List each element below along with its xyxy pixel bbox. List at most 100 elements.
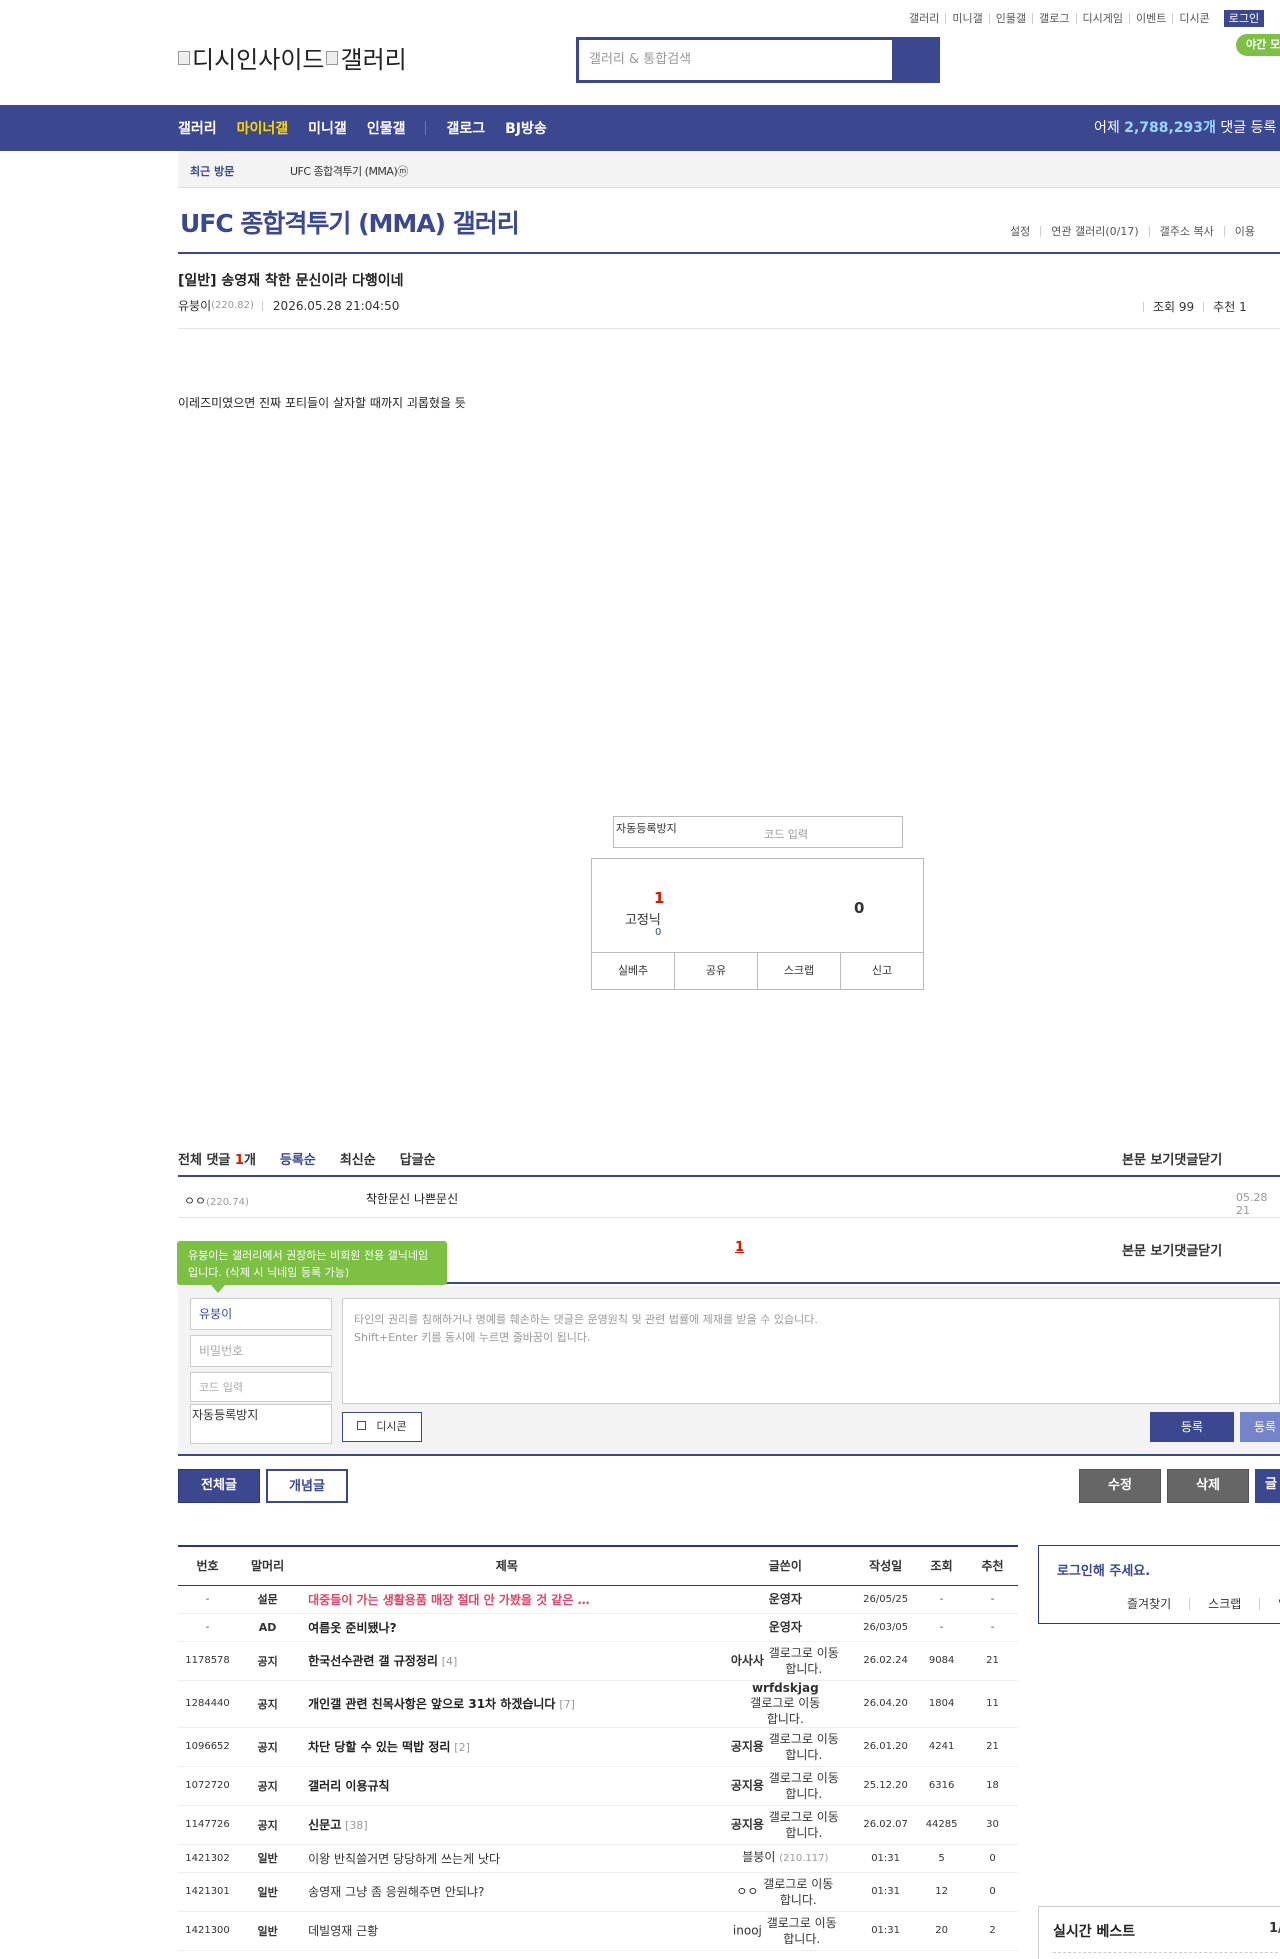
scrap-button[interactable]: 스크랩 [757, 953, 840, 989]
notification-link[interactable]: 알림 [1259, 1598, 1280, 1610]
post-title-link[interactable]: 이왕 반칙쓸거면 당당하게 쓰는게 낫다 [298, 1844, 716, 1873]
comment-textarea[interactable]: 타인의 권리를 침해하거나 명예를 훼손하는 댓글은 운영원칙 및 관련 법률에… [342, 1298, 1280, 1404]
table-row[interactable]: 1096652 공지 차단 당할 수 있는 떡밥 정리 [2] 공지용 갤로그로 이동… [178, 1727, 1018, 1767]
post-title-link[interactable]: 여름옷 준비됐나? [298, 1613, 716, 1642]
gallog-link[interactable]: 갤로그로 이동합니다. [768, 1809, 840, 1841]
logo-text-gallery: 갤러리 [340, 46, 407, 74]
post-writer[interactable]: 운영자 [715, 1613, 856, 1642]
nav-gallery[interactable]: 갤러리 [178, 118, 217, 138]
gallery-settings-link[interactable]: 설정 [1000, 226, 1040, 237]
realtime-best-page[interactable]: 1/ [1269, 1921, 1280, 1936]
post-views: 조회 99 [1153, 300, 1195, 314]
delete-button[interactable]: 삭제 [1167, 1469, 1249, 1503]
submit-recommend-button[interactable]: 등록 [1240, 1412, 1280, 1442]
view-body-link[interactable]: 본문 보기 [1122, 1240, 1174, 1259]
table-row[interactable]: 1421302 일반 이왕 반칙쓸거면 당당하게 쓰는게 낫다 블붕이 (210.1… [178, 1844, 1018, 1873]
table-row[interactable]: 1072720 공지 갤러리 이용규칙 공지용 갤로그로 이동합니다. 25.12.2… [178, 1766, 1018, 1806]
usage-link[interactable]: 이용 [1223, 226, 1265, 237]
table-row[interactable]: 1147726 공지 신문고 [38] 공지용 갤로그로 이동합니다. 26.02.07… [178, 1805, 1018, 1845]
dccon-button[interactable]: 디시콘 [342, 1412, 422, 1442]
close-comments-link[interactable]: 댓글닫기 [1174, 1149, 1222, 1168]
top-link-event[interactable]: 이벤트 [1128, 13, 1172, 24]
post-title-link[interactable]: 차단 당할 수 있는 떡밥 정리 [2] [298, 1727, 716, 1767]
post-writer[interactable]: 공지용 갤로그로 이동합니다. [715, 1766, 856, 1806]
nav-bj-broadcast[interactable]: BJ방송 [505, 118, 547, 138]
post-writer[interactable]: inooj 갤로그로 이동합니다. [715, 1911, 856, 1951]
view-body-link[interactable]: 본문 보기 [1122, 1149, 1174, 1168]
search-input[interactable]: 갤러리 & 통합검색 [579, 40, 895, 80]
sort-by-latest[interactable]: 최신순 [340, 1149, 376, 1168]
write-button[interactable]: 글 [1255, 1469, 1280, 1503]
top-link-dcgame[interactable]: 디시게임 [1075, 13, 1129, 24]
report-button[interactable]: 신고 [840, 953, 923, 989]
post-writer[interactable]: ㅇㅇ 갤로그로 이동합니다. [715, 1872, 856, 1912]
table-row[interactable]: 1178578 공지 한국선수관련 갤 규정정리 [4] 아사사 갤로그로 이동합니다… [178, 1641, 1018, 1681]
nav-gallog[interactable]: 갤로그 [446, 118, 485, 138]
password-input[interactable]: 비밀번호 [190, 1335, 332, 1367]
table-row[interactable]: 1284440 공지 개인갤 관련 친목사항은 앞으로 31차 하겠습니다 [7] w… [178, 1680, 1018, 1728]
all-posts-button[interactable]: 전체글 [178, 1469, 260, 1503]
top-link-dccon[interactable]: 디시콘 [1172, 13, 1215, 24]
top-link-minigall[interactable]: 미니갤 [945, 13, 988, 24]
nav-person-gallery[interactable]: 인물갤 [367, 118, 406, 138]
gallog-link[interactable]: 갤로그로 이동합니다. [762, 1876, 834, 1908]
reply-count: [2] [454, 1741, 470, 1754]
favorites-link[interactable]: 즐겨찾기 [1087, 1598, 1189, 1610]
logo[interactable]: 디시인사이드 갤러리 [178, 40, 407, 75]
table-row[interactable]: - 설문 대중들이 가는 생활용품 매장 절대 안 가봤을 것 같은 … 운영자 26… [178, 1585, 1018, 1614]
gallog-link[interactable]: 갤로그로 이동합니다. [749, 1695, 821, 1727]
login-button[interactable]: 로그인 [1223, 10, 1265, 27]
post-writer[interactable]: 아사사 갤로그로 이동합니다. [715, 1641, 856, 1681]
top-link-gallog[interactable]: 갤로그 [1032, 13, 1075, 24]
post-writer[interactable]: 블붕이 (210.117) [715, 1844, 856, 1873]
top-link-persongall[interactable]: 인물갤 [988, 13, 1032, 24]
gallog-link[interactable]: 갤로그로 이동합니다. [768, 1770, 840, 1802]
post-writer[interactable]: 운영자 [715, 1585, 856, 1614]
post-writer[interactable]: 공지용 갤로그로 이동합니다. [715, 1727, 856, 1767]
real-best-recommend-button[interactable]: 실베추 [592, 953, 674, 989]
search-button[interactable] [895, 40, 937, 80]
comment-page-1[interactable]: 1 [735, 1240, 744, 1255]
post-subject: 공지 [237, 1727, 299, 1767]
related-galleries-link[interactable]: 연관 갤러리(0/17) [1040, 226, 1148, 237]
post-author[interactable]: 유붕이 [178, 297, 211, 314]
top-link-gallery[interactable]: 갤러리 [903, 13, 945, 24]
recent-visit-item[interactable]: UFC 종합격투기 (MMA)ⓜ [290, 163, 408, 179]
gallery-title[interactable]: UFC 종합격투기 (MMA) 갤러리 [180, 204, 520, 240]
scrap-link[interactable]: 스크랩 [1189, 1598, 1259, 1610]
code-input[interactable]: 코드 입력 [190, 1372, 332, 1402]
post-title-link[interactable]: 한국선수관련 갤 규정정리 [4] [298, 1641, 716, 1681]
col-subject: 말머리 [237, 1545, 299, 1586]
sort-by-reply[interactable]: 답글순 [400, 1149, 436, 1168]
login-prompt[interactable]: 로그인해 주세요. [1057, 1560, 1150, 1579]
sort-by-registered[interactable]: 등록순 [280, 1149, 316, 1168]
gallog-link[interactable]: 갤로그로 이동합니다. [768, 1645, 840, 1677]
captcha-code-input[interactable]: 코드 입력 [764, 826, 808, 842]
edit-button[interactable]: 수정 [1079, 1469, 1161, 1503]
table-row[interactable]: 1421300 일반 데빌영재 근황 inooj 갤로그로 이동합니다. 01:31 2… [178, 1911, 1018, 1951]
post-title-link[interactable]: 송영재 그냥 좀 응원해주면 안되냐? [298, 1872, 716, 1912]
upvote-count[interactable]: 1 [654, 889, 664, 907]
table-row[interactable]: 1421301 일반 송영재 그냥 좀 응원해주면 안되냐? ㅇㅇ 갤로그로 이동합… [178, 1872, 1018, 1912]
concept-posts-button[interactable]: 개념글 [266, 1469, 348, 1503]
post-title-link[interactable]: 신문고 [38] [298, 1805, 716, 1845]
post-writer[interactable]: 공지용 갤로그로 이동합니다. [715, 1805, 856, 1845]
gallog-link[interactable]: 갤로그로 이동합니다. [766, 1915, 838, 1947]
nav-mini-gallery[interactable]: 미니갤 [308, 118, 347, 138]
nickname-input[interactable]: 유붕이 [190, 1298, 332, 1330]
table-row[interactable]: - AD 여름옷 준비됐나? 운영자 26/03/05- - [178, 1613, 1018, 1642]
downvote-count[interactable]: 0 [854, 899, 864, 917]
submit-button[interactable]: 등록 [1150, 1412, 1234, 1442]
post-title-link[interactable]: 대중들이 가는 생활용품 매장 절대 안 가봤을 것 같은 … [298, 1585, 716, 1614]
post-title-link[interactable]: 개인갤 관련 친목사항은 앞으로 31차 하겠습니다 [7] [298, 1680, 716, 1728]
share-button[interactable]: 공유 [674, 953, 757, 989]
close-comments-link[interactable]: 댓글닫기 [1174, 1240, 1222, 1259]
nav-minor-gallery[interactable]: 마이너갤 [237, 118, 289, 138]
post-writer[interactable]: wrfdskjag 갤로그로 이동합니다. [715, 1680, 856, 1728]
night-mode-button[interactable]: 야간 모 [1236, 34, 1280, 56]
copy-address-link[interactable]: 갤주소 복사 [1148, 226, 1224, 237]
comment-nick[interactable]: ㅇㅇ(220.74) [184, 1192, 249, 1209]
post-title-link[interactable]: 갤러리 이용규칙 [298, 1766, 716, 1806]
post-title-link[interactable]: 데빌영재 근황 [298, 1911, 716, 1951]
gallog-link[interactable]: 갤로그로 이동합니다. [768, 1731, 840, 1763]
